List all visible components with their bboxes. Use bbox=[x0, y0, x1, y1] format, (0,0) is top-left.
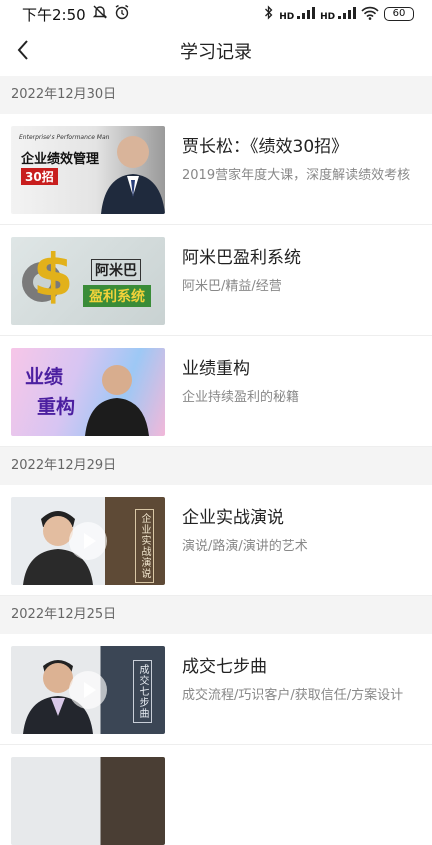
nav-bar: 学习记录 bbox=[0, 28, 432, 74]
thumb-badge: 30招 bbox=[21, 168, 58, 185]
thumb-title: 企业绩效管理 bbox=[21, 152, 100, 167]
date-header: 2022年12月29日 bbox=[0, 447, 432, 485]
course-description: 阿米巴/精益/经营 bbox=[182, 279, 282, 294]
thumb-subtitle: 盈利系统 bbox=[83, 285, 151, 307]
play-button[interactable] bbox=[69, 522, 107, 560]
course-item[interactable]: 业绩 重构 业绩重构 企业持续盈利的秘籍 bbox=[0, 336, 432, 447]
thumb-vertical-title: 企业实战演说 bbox=[135, 509, 154, 583]
learning-record-list: 2022年12月30日 Enterprise's Performance Man… bbox=[0, 76, 432, 845]
back-button[interactable] bbox=[12, 36, 42, 66]
course-description: 演说/路演/演讲的艺术 bbox=[182, 539, 308, 554]
lecturer-photo bbox=[85, 365, 149, 436]
course-item-partial[interactable] bbox=[0, 745, 432, 845]
course-thumbnail: 成交七步曲 bbox=[11, 646, 165, 734]
back-arrow-icon bbox=[17, 40, 28, 60]
course-item[interactable]: 企业实战演说 企业实战演说 演说/路演/演讲的艺术 bbox=[0, 485, 432, 596]
course-description: 2019营家年度大课，深度解读绩效考核 bbox=[182, 168, 411, 183]
wifi-icon bbox=[361, 6, 379, 23]
course-item[interactable]: $ 阿米巴 盈利系统 阿米巴盈利系统 阿米巴/精益/经营 bbox=[0, 225, 432, 336]
course-item[interactable]: Enterprise's Performance Management 企业绩效… bbox=[0, 114, 432, 225]
course-thumbnail: $ 阿米巴 盈利系统 bbox=[11, 237, 165, 325]
network-label-2: HD bbox=[320, 11, 336, 22]
page-title: 学习记录 bbox=[180, 42, 252, 63]
play-button[interactable] bbox=[69, 671, 107, 709]
bluetooth-icon bbox=[264, 5, 274, 23]
course-description: 成交流程/巧识客户/获取信任/方案设计 bbox=[182, 688, 404, 703]
course-thumbnail: 企业实战演说 bbox=[11, 497, 165, 585]
alarm-icon bbox=[114, 4, 130, 24]
thumb-vertical-title: 成交七步曲 bbox=[133, 660, 152, 723]
course-title: 成交七步曲 bbox=[182, 657, 267, 677]
lecturer-photo bbox=[101, 136, 165, 214]
course-title: 贾长松：《绩效30招》 bbox=[182, 137, 349, 157]
thumb-subtitle: 重构 bbox=[37, 396, 76, 418]
course-thumbnail: 业绩 重构 bbox=[11, 348, 165, 436]
battery-indicator: 60 bbox=[384, 7, 414, 21]
course-title: 企业实战演说 bbox=[182, 508, 284, 528]
course-title: 阿米巴盈利系统 bbox=[182, 248, 301, 268]
course-item[interactable]: 成交七步曲 成交七步曲 成交流程/巧识客户/获取信任/方案设计 bbox=[0, 634, 432, 745]
dollar-icon: $ bbox=[33, 241, 74, 309]
course-description: 企业持续盈利的秘籍 bbox=[182, 390, 300, 405]
status-time: 下午2:50 bbox=[22, 5, 86, 24]
network-label-1: HD bbox=[279, 11, 295, 22]
course-title: 业绩重构 bbox=[182, 359, 250, 379]
course-thumbnail bbox=[11, 757, 165, 845]
course-thumbnail: Enterprise's Performance Management 企业绩效… bbox=[11, 126, 165, 214]
date-header: 2022年12月30日 bbox=[0, 76, 432, 114]
silent-bell-icon bbox=[92, 4, 108, 24]
thumb-title: 阿米巴 bbox=[91, 259, 141, 281]
signal-hd-icon: HD bbox=[320, 6, 356, 22]
status-bar: 下午2:50 HD HD 60 bbox=[0, 0, 432, 28]
thumb-title: 业绩 bbox=[25, 366, 64, 388]
signal-hd-icon: HD bbox=[279, 6, 316, 22]
date-header: 2022年12月25日 bbox=[0, 596, 432, 634]
